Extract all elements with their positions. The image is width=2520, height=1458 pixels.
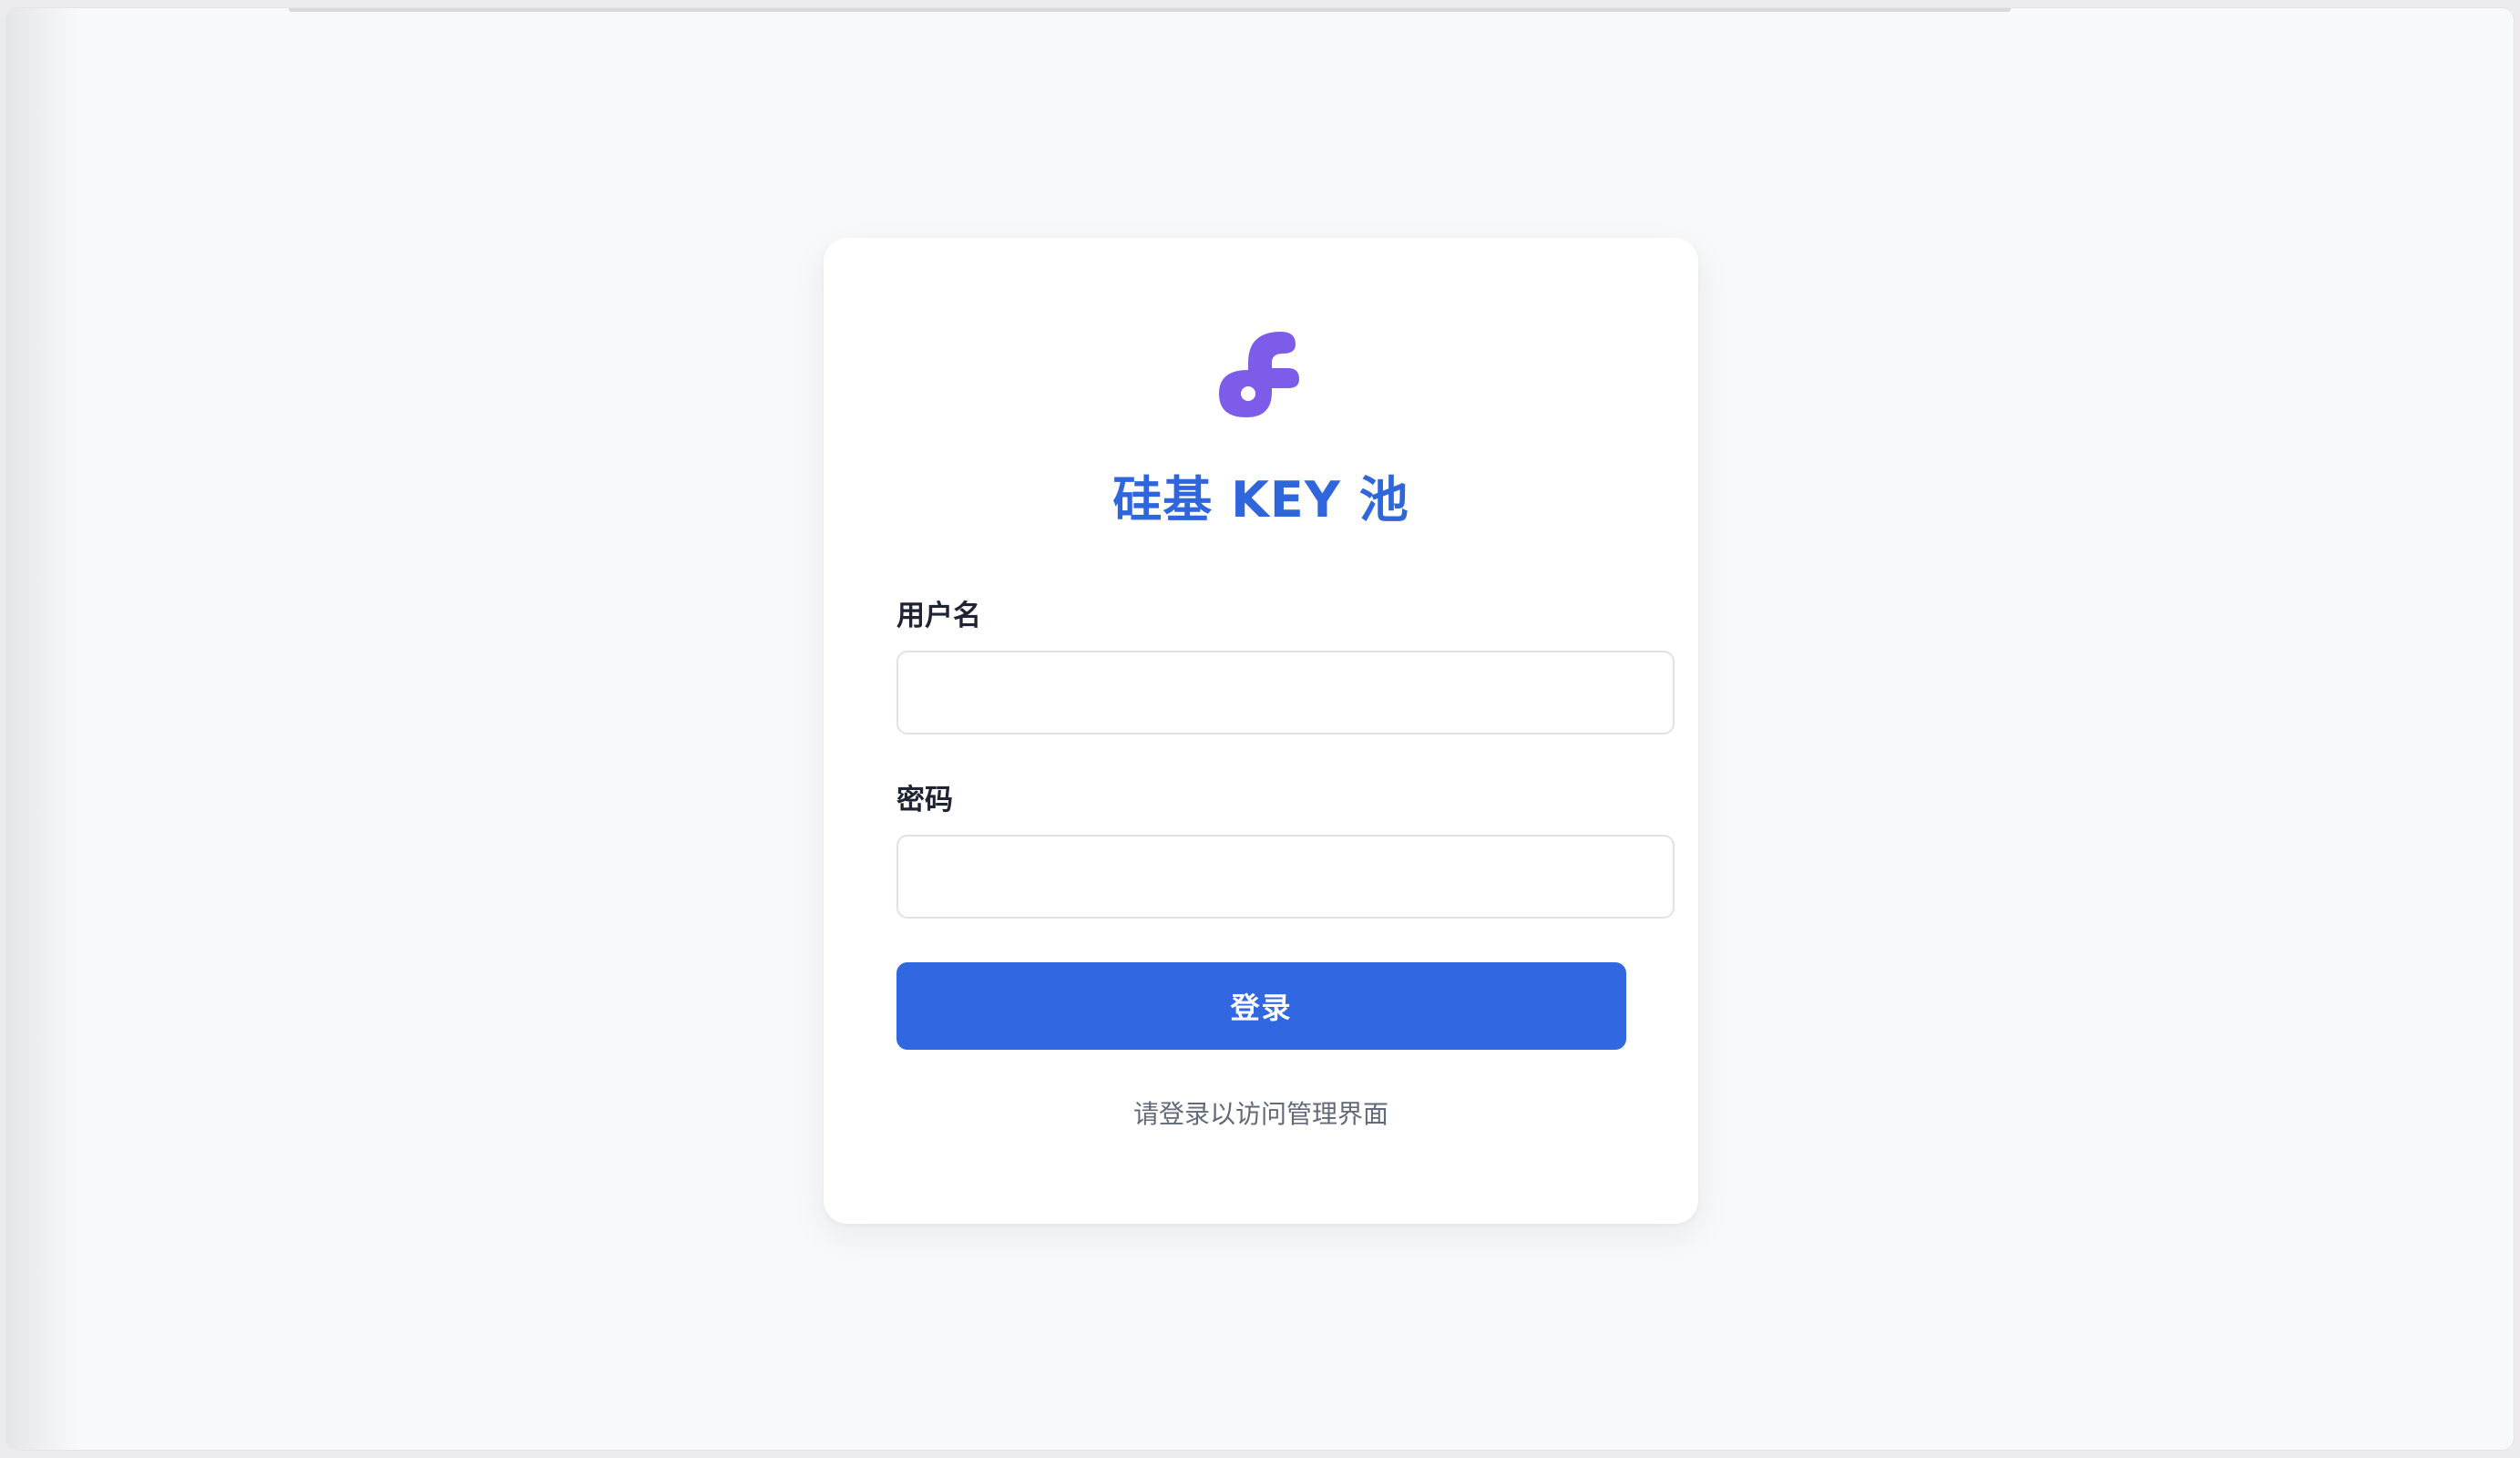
browser-window: 硅基 KEY 池 用户名 密码 登录 请登录以访问管理界面: [5, 7, 2515, 1451]
login-hint: 请登录以访问管理界面: [1132, 1099, 1388, 1129]
username-label: 用户名: [896, 600, 981, 632]
top-strip: [289, 8, 2011, 12]
stylized-f-logo-icon: [1206, 315, 1316, 425]
window-edge-shadow: [6, 8, 79, 1450]
password-input[interactable]: [896, 835, 1675, 919]
password-label: 密码: [896, 784, 953, 816]
page-title: 硅基 KEY 池: [1112, 471, 1409, 529]
login-card: 硅基 KEY 池 用户名 密码 登录 请登录以访问管理界面: [824, 238, 1698, 1224]
username-input[interactable]: [896, 651, 1675, 734]
login-button[interactable]: 登录: [896, 962, 1626, 1050]
